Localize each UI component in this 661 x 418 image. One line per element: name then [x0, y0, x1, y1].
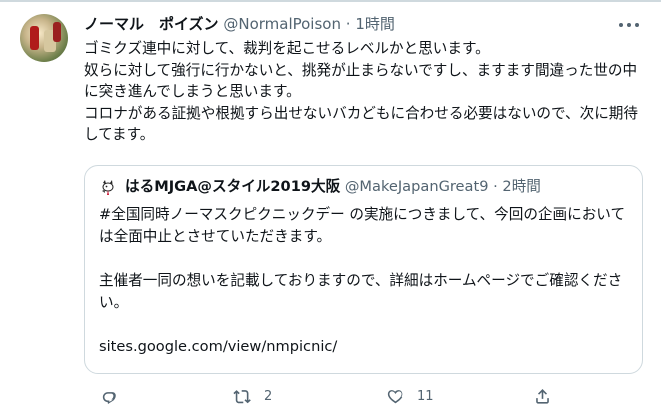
like-icon: [387, 389, 403, 403]
like-count: 11: [417, 388, 434, 404]
more-options-icon[interactable]: [612, 14, 646, 36]
tweet-timestamp[interactable]: 1時間: [355, 15, 395, 33]
author-avatar[interactable]: [20, 14, 68, 62]
like-button[interactable]: 11: [386, 382, 434, 410]
separator-dot: ·: [493, 178, 498, 195]
tweet-action-bar: 2 11: [0, 382, 661, 410]
quoted-tweet-text: #全国同時ノーマスクピクニックデー の実施につきまして、今回の企画においては全面…: [99, 206, 626, 355]
retweet-count: 2: [264, 388, 273, 404]
top-border: [0, 0, 661, 2]
share-icon: [536, 388, 549, 404]
reply-button[interactable]: [100, 382, 119, 410]
quoted-author-avatar: [99, 178, 119, 198]
quoted-tweet-timestamp[interactable]: 2時間: [502, 178, 540, 195]
quoted-author-name[interactable]: はるMJGA@スタイル2019大阪: [125, 178, 340, 195]
quoted-tweet-header: はるMJGA@スタイル2019大阪 @MakeJapanGreat9 · 2時間: [125, 176, 541, 198]
tweet-header: ノーマル ポイズン @NormalPoison · 1時間: [84, 12, 395, 36]
quoted-author-handle[interactable]: @MakeJapanGreat9: [345, 178, 489, 195]
avatar-glass-shape: [30, 26, 39, 50]
avatar-glass-shape: [53, 22, 61, 42]
tweet-text: ゴミクズ連中に対して、裁判を起こせるレベルかと思います。 奴らに対して強行に行か…: [84, 40, 638, 143]
goat-logo-icon: [102, 180, 114, 195]
author-handle[interactable]: @NormalPoison: [223, 15, 341, 33]
quoted-tweet[interactable]: はるMJGA@スタイル2019大阪 @MakeJapanGreat9 · 2時間…: [84, 165, 643, 374]
share-button[interactable]: [533, 382, 552, 410]
reply-icon: [102, 391, 116, 404]
separator-dot: ·: [345, 15, 351, 33]
retweet-icon: [233, 389, 251, 403]
retweet-button[interactable]: 2: [233, 382, 272, 410]
author-name[interactable]: ノーマル ポイズン: [84, 15, 219, 33]
